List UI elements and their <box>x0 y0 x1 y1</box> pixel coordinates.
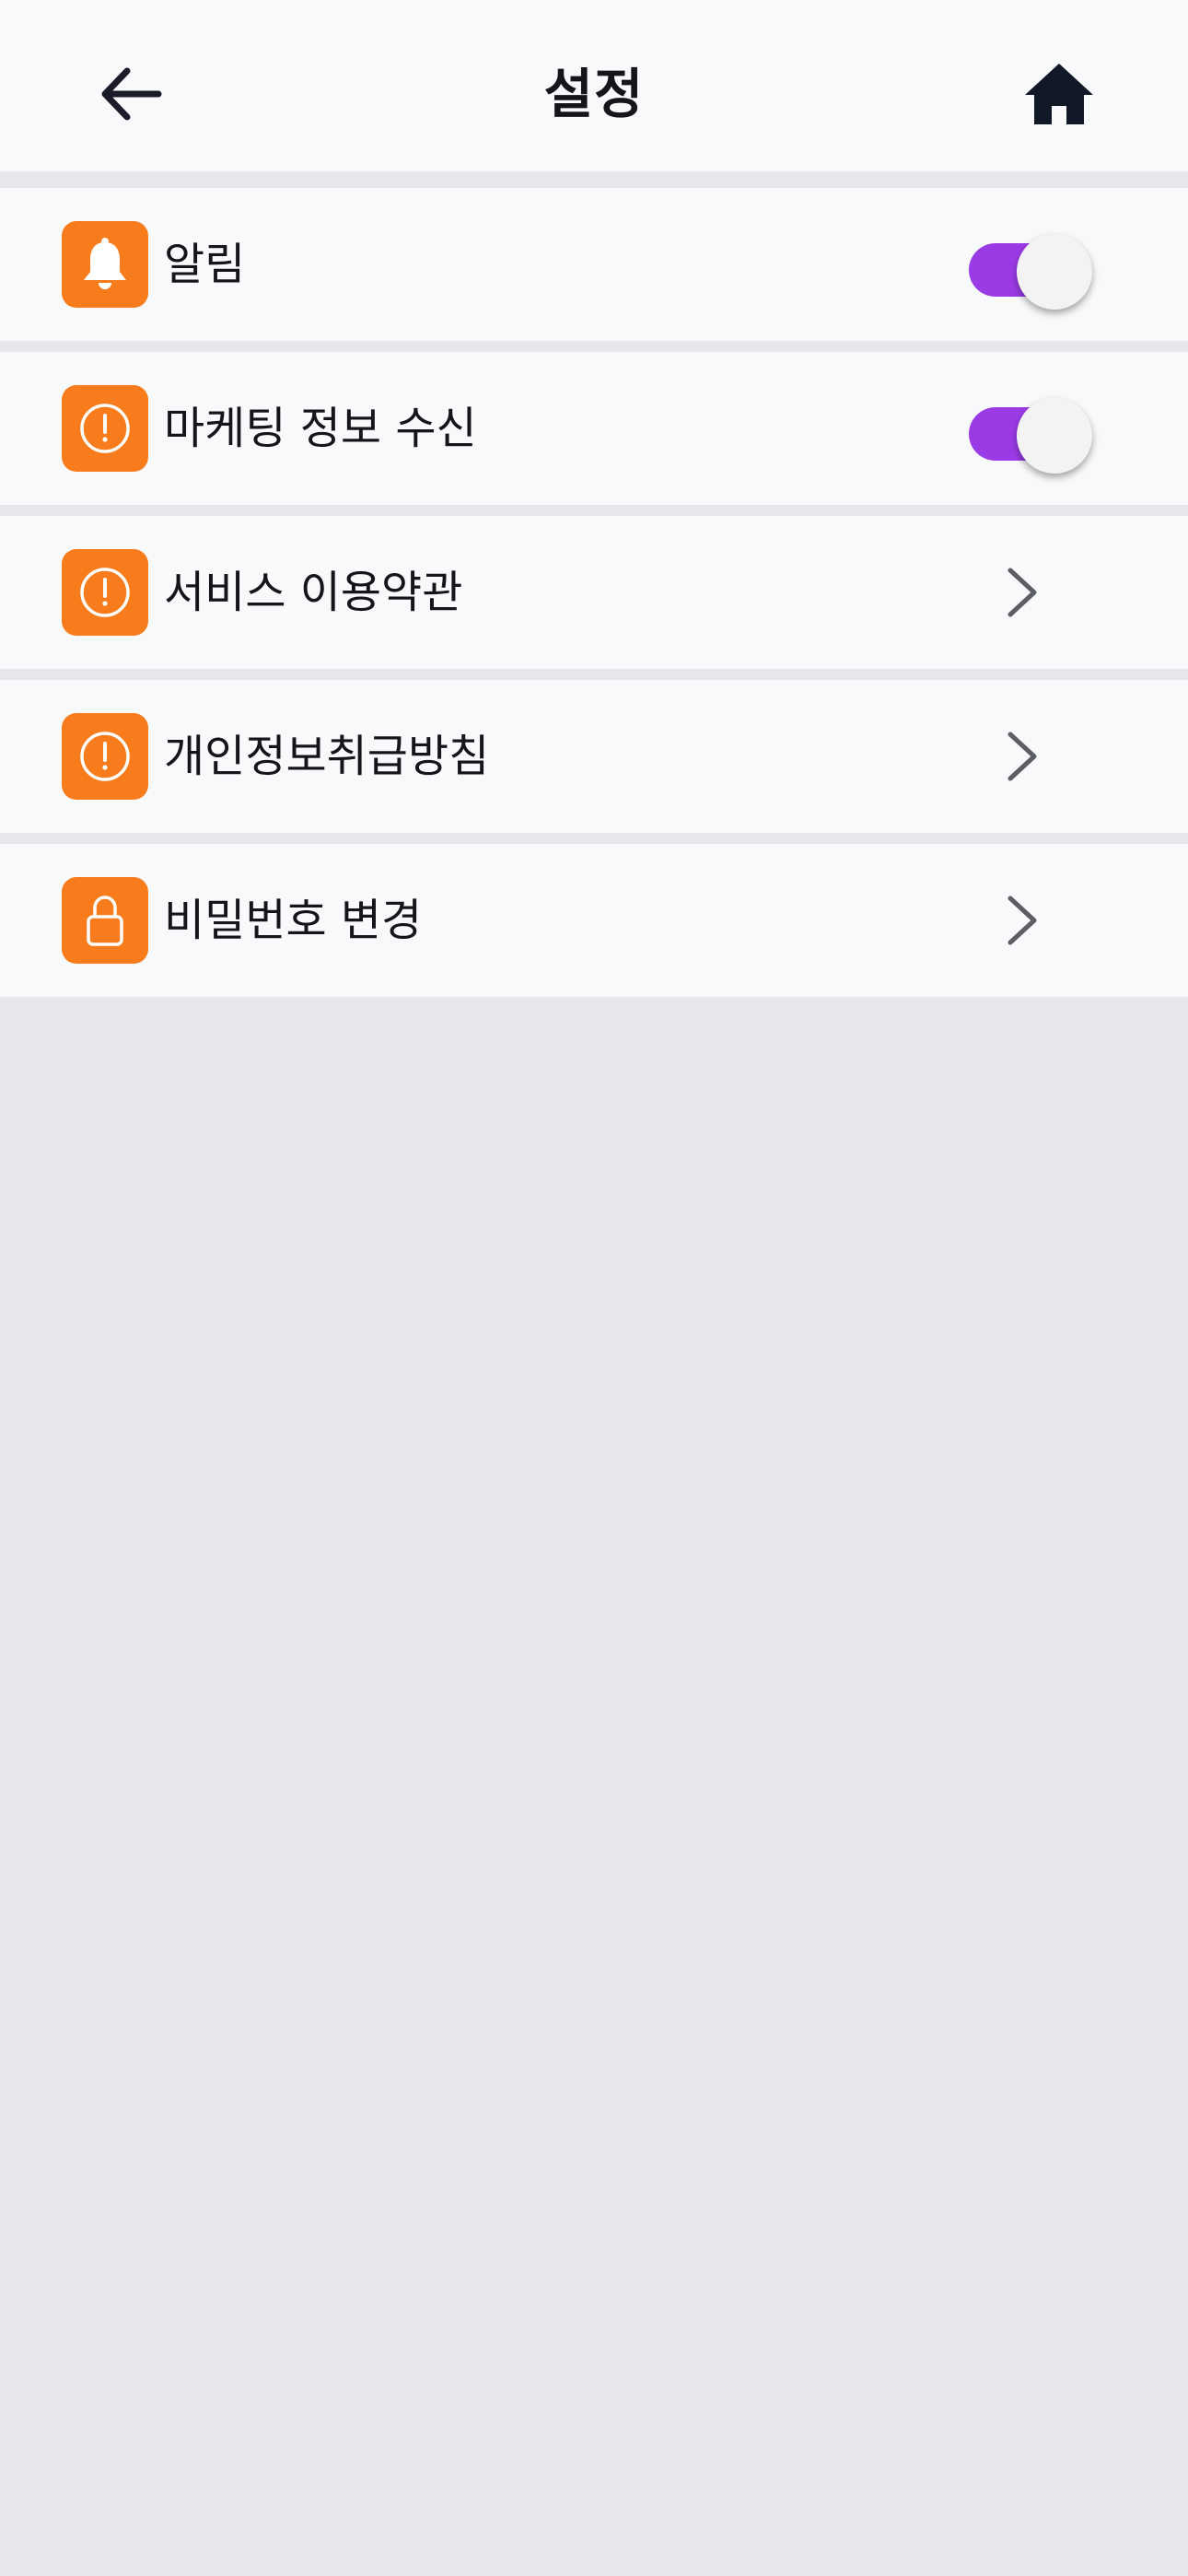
app-header: 설정 <box>0 0 1188 171</box>
bell-icon <box>62 221 148 308</box>
page-title: 설정 <box>543 63 645 125</box>
alert-circle-icon <box>62 385 148 472</box>
settings-item-label: 알림 <box>164 239 246 290</box>
settings-item-change-password[interactable]: 비밀번호 변경 <box>0 844 1188 997</box>
settings-item-label: 마케팅 정보 수신 <box>164 403 477 454</box>
settings-item-label: 서비스 이용약관 <box>164 567 463 618</box>
settings-item-label: 개인정보취급방침 <box>164 731 490 782</box>
settings-list: 알림 마케팅 정보 수신 서비스 이용약관 개인정보취급방침 비밀번호 변경 <box>0 188 1188 1008</box>
settings-item-privacy[interactable]: 개인정보취급방침 <box>0 680 1188 833</box>
lock-icon <box>62 877 148 964</box>
toggle-knob <box>1017 398 1092 474</box>
settings-item-terms[interactable]: 서비스 이용약관 <box>0 516 1188 669</box>
chevron-right-icon <box>995 892 1050 949</box>
settings-item-marketing[interactable]: 마케팅 정보 수신 <box>0 352 1188 505</box>
marketing-toggle[interactable] <box>969 398 1098 474</box>
chevron-right-icon <box>995 564 1050 621</box>
toggle-knob <box>1017 234 1092 310</box>
notifications-toggle[interactable] <box>969 234 1098 310</box>
chevron-right-icon <box>995 728 1050 785</box>
home-button[interactable] <box>1017 55 1101 133</box>
home-icon <box>1025 64 1093 124</box>
alert-circle-icon <box>62 549 148 636</box>
settings-item-notifications[interactable]: 알림 <box>0 188 1188 341</box>
alert-circle-icon <box>62 713 148 800</box>
settings-item-label: 비밀번호 변경 <box>164 895 423 946</box>
